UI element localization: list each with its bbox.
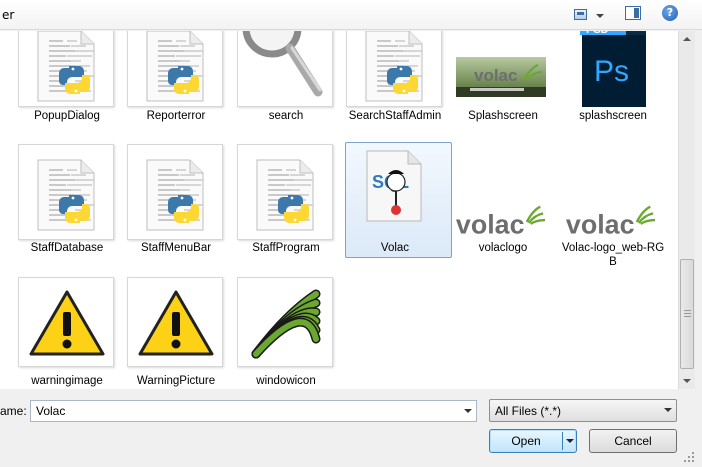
file-name-value[interactable]: Volac <box>36 404 65 418</box>
scroll-up-arrow-icon[interactable] <box>679 31 696 48</box>
file-thumbnail[interactable]: volac <box>564 144 660 240</box>
vertical-scrollbar[interactable] <box>678 31 695 389</box>
file-thumbnail[interactable] <box>127 144 223 240</box>
file-name-label: StaffMenuBar <box>140 242 212 254</box>
volac-splash-image-icon: volac <box>456 57 546 97</box>
view-icon <box>574 9 587 20</box>
window-edge <box>695 31 702 467</box>
file-list-view[interactable]: PopupDialog Reporterror search SearchSta… <box>0 31 678 389</box>
file-thumbnail[interactable] <box>18 277 114 367</box>
magnifier-image-icon <box>242 31 323 97</box>
svg-text:Ps: Ps <box>594 55 629 88</box>
warning-image-icon <box>29 290 105 356</box>
file-name-label: WarningPicture <box>136 375 216 387</box>
file-name-label: splashscreen <box>579 110 647 122</box>
file-name-label: Reporterror <box>146 110 206 122</box>
open-button[interactable]: Open <box>489 429 577 453</box>
grip-line <box>684 310 691 311</box>
file-name-input[interactable]: Volac <box>30 400 477 422</box>
file-thumbnail[interactable]: SQL <box>346 144 442 240</box>
file-thumbnail[interactable] <box>127 31 223 107</box>
chevron-down-icon[interactable] <box>664 408 672 412</box>
file-name-label: windowicon <box>256 375 316 387</box>
python-file-icon <box>146 159 205 231</box>
open-options-chevron-icon[interactable] <box>566 439 574 443</box>
file-name-label: volaclogo <box>478 242 528 254</box>
file-name-label: Volac-logo_web-RGB <box>561 242 665 268</box>
python-file-icon <box>146 31 205 102</box>
file-name-label: StaffProgram <box>252 242 320 254</box>
scroll-down-arrow-icon[interactable] <box>679 372 696 389</box>
help-icon[interactable]: ? <box>662 5 678 21</box>
svg-text:PSD: PSD <box>586 31 609 36</box>
scrollbar-thumb[interactable] <box>680 259 694 369</box>
open-button-label: Open <box>511 434 541 448</box>
file-name-label: Splashscreen <box>468 110 538 122</box>
svg-text:volac: volac <box>456 210 525 240</box>
file-thumbnail[interactable] <box>237 144 333 240</box>
file-thumbnail[interactable] <box>18 144 114 240</box>
chevron-down-icon[interactable] <box>596 14 604 18</box>
cancel-button[interactable]: Cancel <box>589 429 677 453</box>
preview-pane-button[interactable] <box>625 6 641 20</box>
file-name-label: search <box>268 110 304 122</box>
svg-text:volac: volac <box>474 66 517 85</box>
file-name-label: warningimage <box>31 375 103 387</box>
file-thumbnail[interactable] <box>237 277 333 367</box>
volac-logo-image-icon: volac <box>456 205 546 240</box>
file-name-label: ame: <box>0 404 27 418</box>
dialog-title-bar: er ? <box>0 0 702 30</box>
grip-line <box>684 316 691 317</box>
grip-line <box>684 313 691 314</box>
file-thumbnail[interactable] <box>127 277 223 367</box>
file-type-select[interactable]: All Files (*.*) <box>489 399 677 422</box>
photoshop-file-icon: PSD Ps <box>580 31 646 107</box>
file-name-label: PopupDialog <box>34 110 100 122</box>
sql-database-file-icon: SQL <box>366 150 422 222</box>
python-file-icon <box>256 159 315 231</box>
chevron-down-icon[interactable] <box>464 409 472 413</box>
dialog-title: er <box>2 8 15 22</box>
python-file-icon <box>37 159 96 231</box>
file-thumbnail[interactable] <box>18 31 114 107</box>
file-thumbnail[interactable] <box>237 31 333 107</box>
svg-text:volac: volac <box>566 210 635 240</box>
change-view-button[interactable] <box>572 6 606 24</box>
volac-logo-image-icon: volac <box>566 205 656 240</box>
file-name-label: SearchStaffAdmin <box>348 110 442 122</box>
file-name-label: StaffDatabase <box>30 242 104 254</box>
file-thumbnail[interactable] <box>346 31 442 107</box>
python-file-icon <box>37 31 96 102</box>
file-thumbnail[interactable]: volac <box>454 31 550 107</box>
leaf-image-icon <box>251 289 321 359</box>
split-divider <box>562 432 563 450</box>
resize-grip-icon[interactable] <box>684 452 696 464</box>
file-name-label: Volac <box>380 242 410 254</box>
warning-image-icon <box>138 290 214 356</box>
file-thumbnail[interactable]: volac <box>454 144 550 240</box>
file-type-value: All Files (*.*) <box>495 404 562 418</box>
file-thumbnail[interactable]: PSD Ps <box>564 31 660 107</box>
python-file-icon <box>365 31 424 102</box>
